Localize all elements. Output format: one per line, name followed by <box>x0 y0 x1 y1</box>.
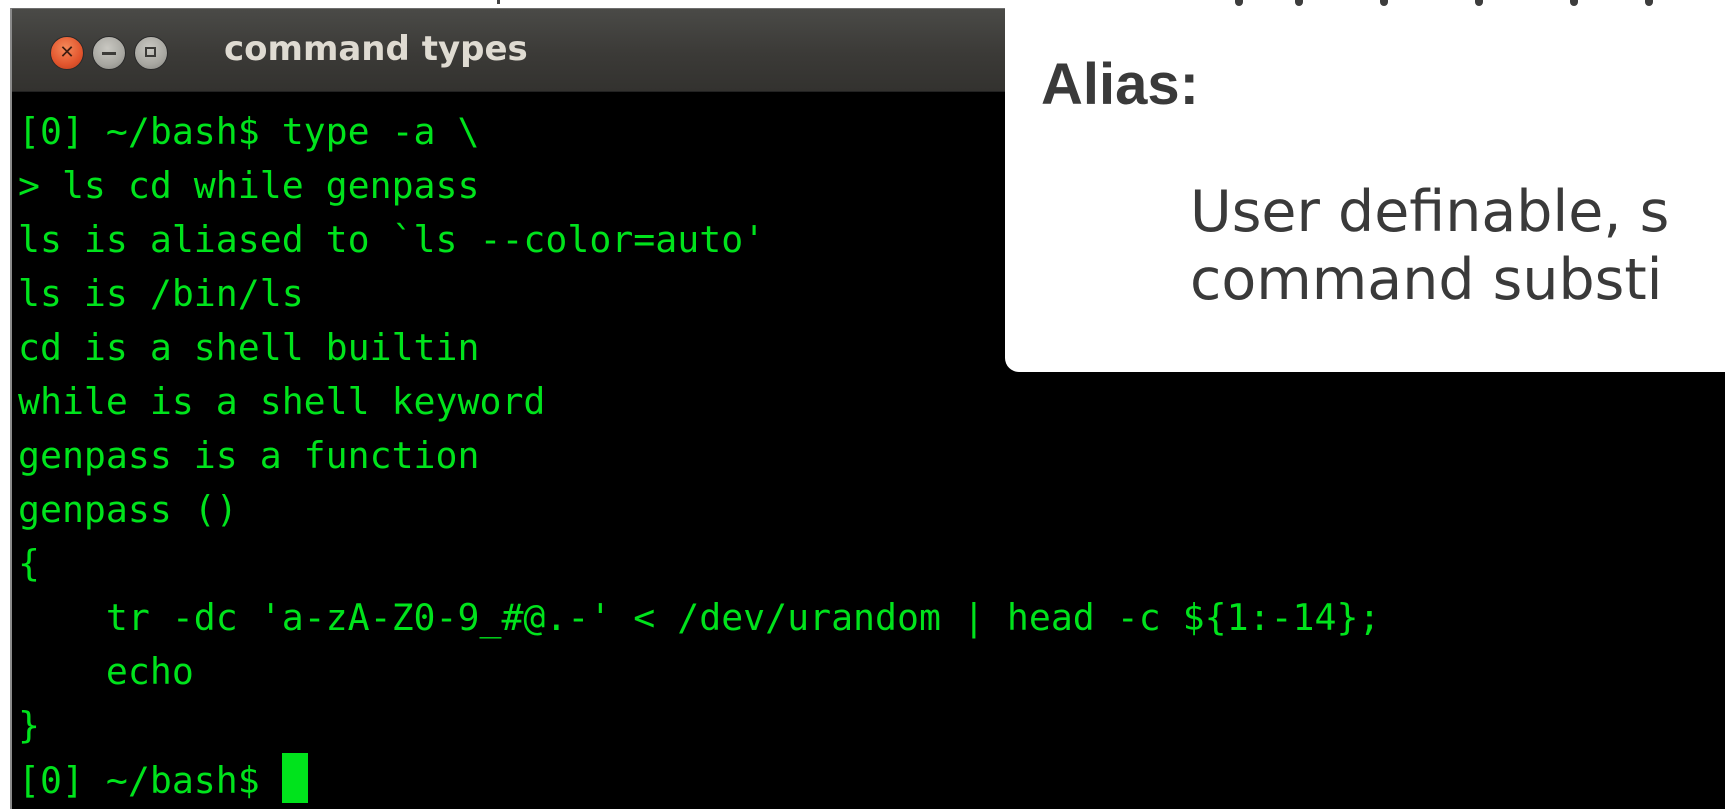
slide-fragment-glyph <box>497 0 500 4</box>
terminal-line: genpass is a function <box>18 434 480 477</box>
terminal-line: genpass () <box>18 488 238 531</box>
slide-fragment-top-card <box>1175 0 1725 10</box>
slide-overlay: Alias: User definable, s command substi <box>1005 0 1725 372</box>
prompt-text: [0] ~/bash$ <box>18 759 282 802</box>
terminal-line: { <box>18 542 40 585</box>
close-button[interactable]: ✕ <box>50 36 84 70</box>
maximize-icon <box>145 47 156 57</box>
minimize-icon <box>102 52 116 55</box>
terminal-line: tr -dc 'a-zA-Z0-9_#@.-' < /dev/urandom |… <box>18 596 1381 639</box>
terminal-line: } <box>18 704 40 747</box>
maximize-button[interactable] <box>134 36 168 70</box>
minimize-button[interactable] <box>92 36 126 70</box>
terminal-line: while is a shell keyword <box>18 380 546 423</box>
slide-heading: Alias: <box>1041 52 1199 117</box>
prompt-line[interactable]: [0] ~/bash$ <box>18 753 1725 807</box>
terminal-line: echo <box>18 650 194 693</box>
close-icon: ✕ <box>59 42 75 63</box>
slide-description-line: User definable, s <box>1190 179 1670 245</box>
window-title: command types <box>224 29 528 69</box>
slide-description-line: command substi <box>1190 247 1663 313</box>
text-cursor <box>281 753 308 803</box>
slide-description: User definable, s command substi <box>1190 178 1669 314</box>
